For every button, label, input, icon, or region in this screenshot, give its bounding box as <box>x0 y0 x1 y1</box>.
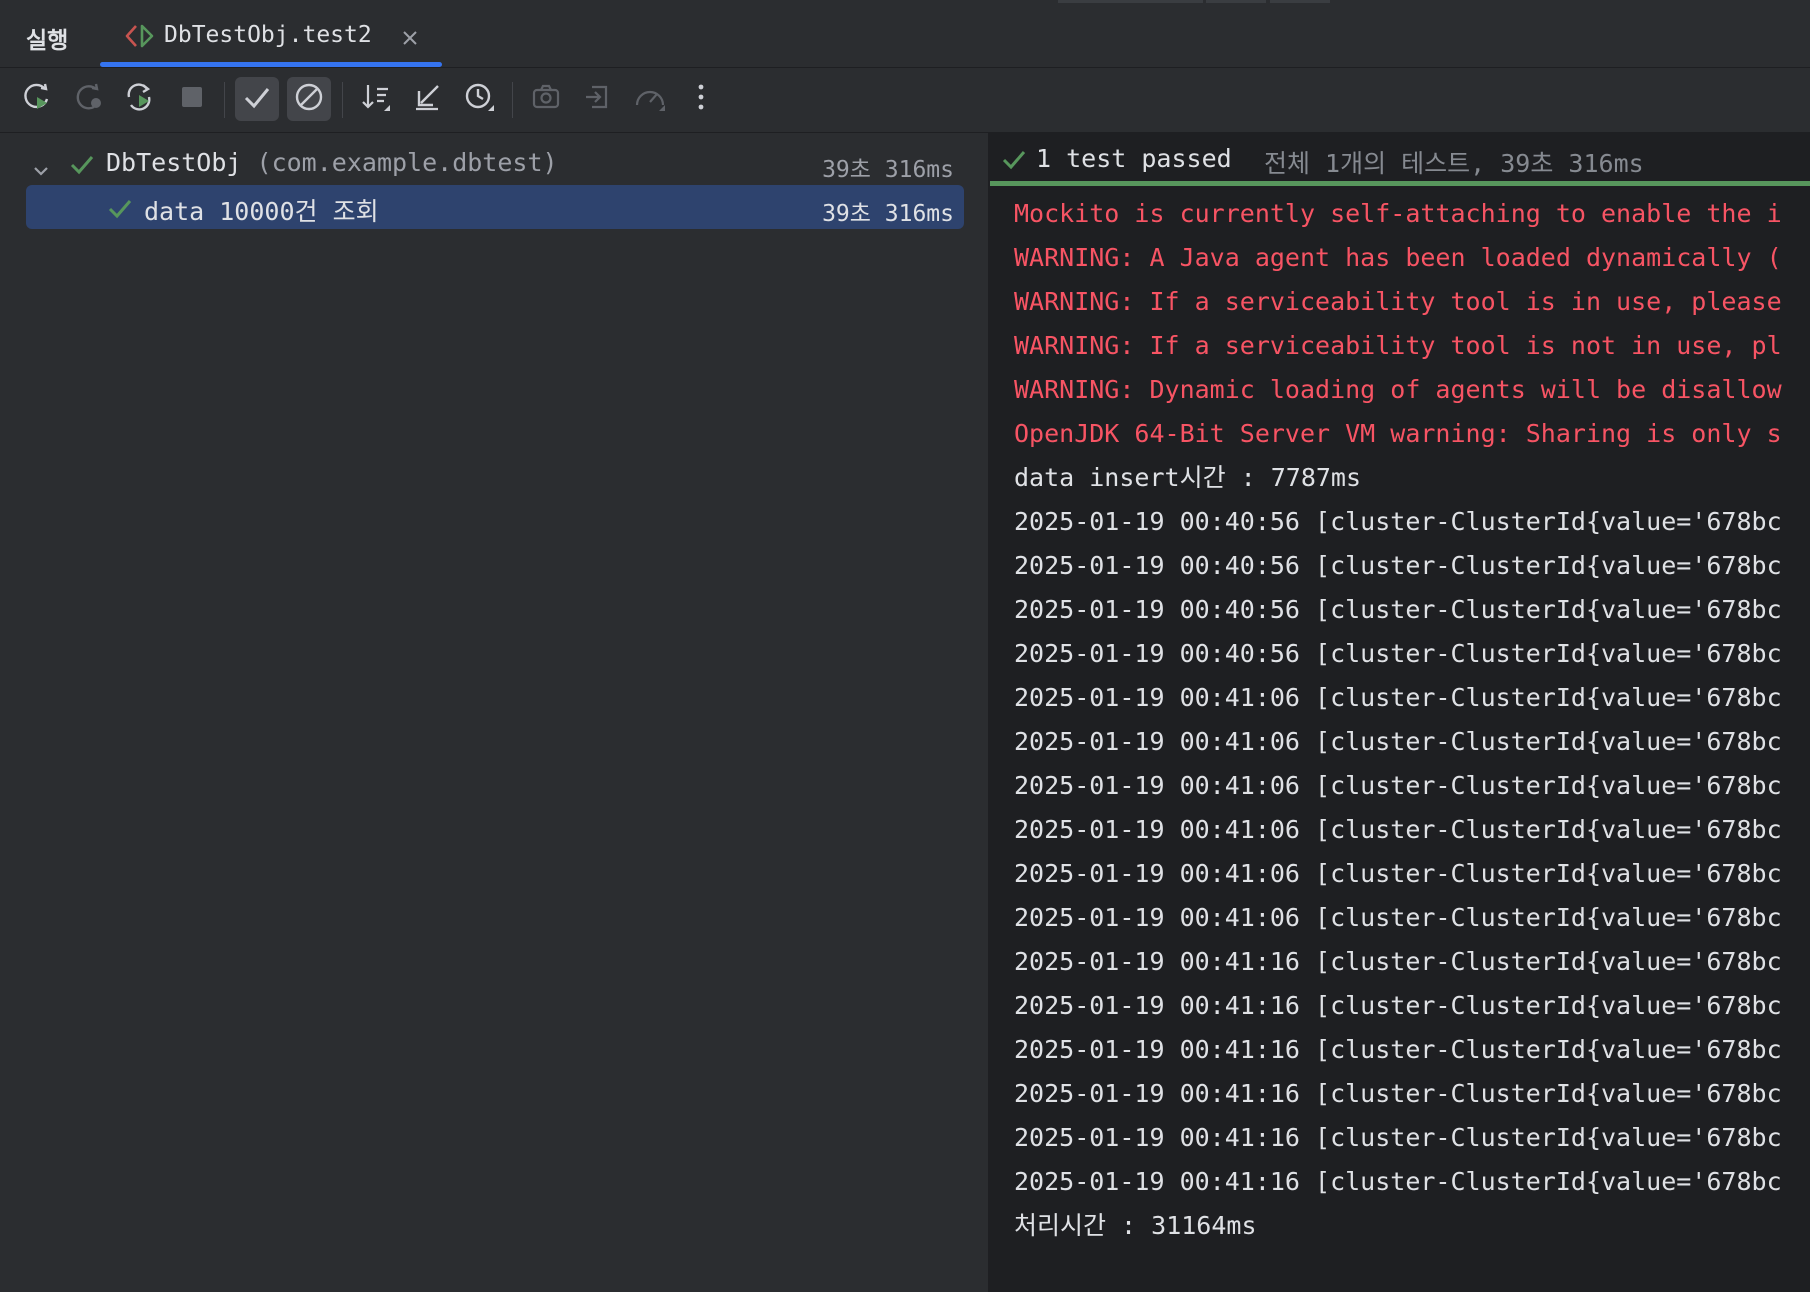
test-class-name: DbTestObj <box>106 148 242 177</box>
screenshot-icon <box>530 81 562 117</box>
console-line: WARNING: Dynamic loading of agents will … <box>1014 375 1782 404</box>
console-line: 2025-01-19 00:41:16 [cluster-ClusterId{v… <box>1014 947 1782 976</box>
more-icon <box>685 81 717 117</box>
console-line: 2025-01-19 00:40:56 [cluster-ClusterId{v… <box>1014 639 1782 668</box>
stop-button[interactable] <box>170 77 214 121</box>
export-screenshot-button[interactable] <box>524 77 568 121</box>
close-icon[interactable] <box>402 30 418 50</box>
toolbar-separator <box>512 82 513 118</box>
console-panel[interactable]: 1 test passed 전체 1개의 테스트, 39초 316ms Mock… <box>990 133 1810 1292</box>
tree-child-row[interactable]: data 10000건 조회 39초 316ms <box>26 185 964 229</box>
stop-icon <box>176 81 208 117</box>
test-status-bar: 1 test passed 전체 1개의 테스트, 39초 316ms <box>990 133 1810 186</box>
console-line: 2025-01-19 00:40:56 [cluster-ClusterId{v… <box>1014 595 1782 624</box>
console-line: WARNING: If a serviceability tool is not… <box>1014 331 1782 360</box>
show-passed-toggle[interactable] <box>235 77 279 121</box>
top-strip-segment <box>1058 0 1203 3</box>
console-line: 처리시간 : 31164ms <box>1014 1211 1257 1240</box>
console-line: WARNING: If a serviceability tool is in … <box>1014 287 1782 316</box>
toolbar-separator <box>342 82 343 118</box>
collapse-icon <box>411 81 443 117</box>
coverage-icon <box>633 81 667 117</box>
run-config-tab-title: DbTestObj.test2 <box>164 22 372 48</box>
show-ignored-toggle[interactable] <box>287 77 331 121</box>
rerun-icon <box>21 81 53 117</box>
rerun-button[interactable] <box>15 77 59 121</box>
test-tree-panel: DbTestObj (com.example.dbtest) 39초 316ms… <box>0 133 988 1292</box>
console-line: 2025-01-19 00:41:16 [cluster-ClusterId{v… <box>1014 1079 1782 1108</box>
active-tab-indicator <box>100 62 442 67</box>
history-icon <box>463 81 495 117</box>
console-line: 2025-01-19 00:41:06 [cluster-ClusterId{v… <box>1014 727 1782 756</box>
collapse-all-button[interactable] <box>405 77 449 121</box>
console-line: 2025-01-19 00:40:56 [cluster-ClusterId{v… <box>1014 507 1782 536</box>
run-config-tab[interactable]: DbTestObj.test2 <box>100 5 442 67</box>
console-line: WARNING: A Java agent has been loaded dy… <box>1014 243 1782 272</box>
show-passed-icon <box>241 81 273 117</box>
rerun-failed-button[interactable] <box>66 77 110 121</box>
tree-root-row[interactable]: DbTestObj (com.example.dbtest) 39초 316ms <box>26 141 964 185</box>
more-options-button[interactable] <box>679 77 723 121</box>
test-method-name: data 10000건 조회 <box>144 197 379 226</box>
test-class-package: (com.example.dbtest) <box>256 148 558 177</box>
rerun-failed-icon <box>72 81 104 117</box>
toolbar-separator <box>224 82 225 118</box>
import-tests-button[interactable] <box>576 77 620 121</box>
test-method-duration: 39초 316ms <box>822 201 954 227</box>
console-line: 2025-01-19 00:41:16 [cluster-ClusterId{v… <box>1014 991 1782 1020</box>
test-passed-icon <box>70 153 94 182</box>
coverage-button[interactable] <box>628 77 672 121</box>
test-runner-toolbar <box>0 68 1810 133</box>
test-history-button[interactable] <box>457 77 501 121</box>
junit-config-icon <box>124 23 156 53</box>
console-line: 2025-01-19 00:41:06 [cluster-ClusterId{v… <box>1014 815 1782 844</box>
toggle-auto-test-button[interactable] <box>117 77 161 121</box>
console-line: 2025-01-19 00:41:16 [cluster-ClusterId{v… <box>1014 1167 1782 1196</box>
tests-passed-label: 1 test passed <box>1036 144 1232 173</box>
sort-icon <box>360 81 392 117</box>
console-line: data insert시간 : 7787ms <box>1014 463 1362 492</box>
top-strip-segment <box>1206 0 1266 3</box>
chevron-down-icon[interactable] <box>32 155 50 184</box>
console-line: 2025-01-19 00:41:06 [cluster-ClusterId{v… <box>1014 859 1782 888</box>
toggle-auto-test-icon <box>123 81 155 117</box>
console-line: 2025-01-19 00:41:06 [cluster-ClusterId{v… <box>1014 771 1782 800</box>
console-line: 2025-01-19 00:41:06 [cluster-ClusterId{v… <box>1014 903 1782 932</box>
test-passed-icon <box>1002 149 1026 175</box>
sort-button[interactable] <box>354 77 398 121</box>
test-class-duration: 39초 316ms <box>822 157 954 183</box>
show-ignored-icon <box>293 81 325 117</box>
console-line: 2025-01-19 00:41:16 [cluster-ClusterId{v… <box>1014 1123 1782 1152</box>
run-tool-window-header: 실행 DbTestObj.test2 <box>0 5 1810 68</box>
import-icon <box>582 81 614 117</box>
console-line: 2025-01-19 00:41:16 [cluster-ClusterId{v… <box>1014 1035 1782 1064</box>
top-strip-segment <box>1270 0 1330 3</box>
console-line: 2025-01-19 00:41:06 [cluster-ClusterId{v… <box>1014 683 1782 712</box>
console-line: Mockito is currently self-attaching to e… <box>1014 199 1782 228</box>
test-passed-icon <box>108 197 132 226</box>
console-line: 2025-01-19 00:40:56 [cluster-ClusterId{v… <box>1014 551 1782 580</box>
tree-root-label: DbTestObj (com.example.dbtest) <box>106 148 558 177</box>
tests-summary-label: 전체 1개의 테스트, 39초 316ms <box>1264 149 1644 178</box>
console-line: OpenJDK 64-Bit Server VM warning: Sharin… <box>1014 419 1782 448</box>
run-tool-window-title: 실행 <box>26 28 69 54</box>
